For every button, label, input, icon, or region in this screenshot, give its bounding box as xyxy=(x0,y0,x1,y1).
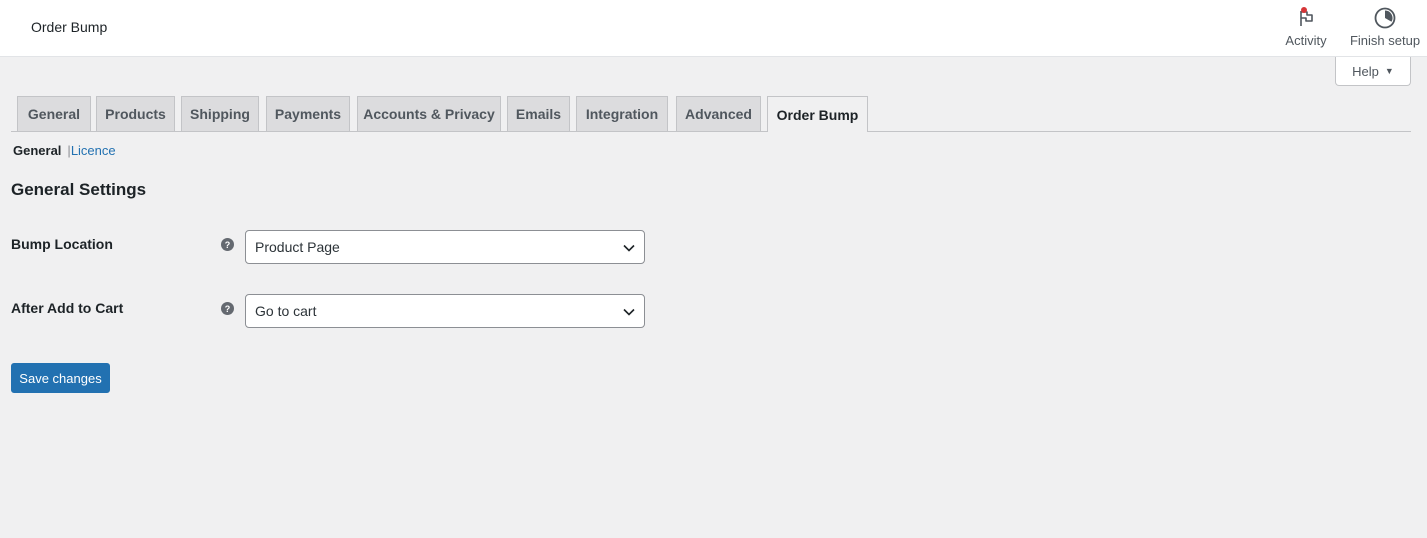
subnav-licence-link[interactable]: Licence xyxy=(71,143,116,158)
help-tip-icon[interactable]: ? xyxy=(221,238,234,251)
settings-tabs: General Products Shipping Payments Accou… xyxy=(11,96,1411,132)
after-add-to-cart-label: After Add to Cart xyxy=(11,300,124,316)
notification-dot xyxy=(1301,7,1307,13)
tab-advanced[interactable]: Advanced xyxy=(676,96,761,131)
finish-setup-button[interactable]: Finish setup xyxy=(1348,6,1422,48)
tab-payments[interactable]: Payments xyxy=(266,96,350,131)
help-label: Help xyxy=(1352,63,1379,79)
after-add-to-cart-select[interactable]: Go to cart xyxy=(245,294,645,328)
finish-setup-label: Finish setup xyxy=(1349,33,1421,48)
activity-button[interactable]: Activity xyxy=(1283,6,1329,48)
tab-accounts-privacy[interactable]: Accounts & Privacy xyxy=(357,96,501,131)
save-changes-button[interactable]: Save changes xyxy=(11,363,110,393)
bump-location-select[interactable]: Product Page xyxy=(245,230,645,264)
bump-location-value: Product Page xyxy=(255,239,340,255)
activity-label: Activity xyxy=(1285,33,1327,48)
after-add-to-cart-value: Go to cart xyxy=(255,303,317,319)
tab-order-bump[interactable]: Order Bump xyxy=(767,96,868,132)
progress-circle-icon xyxy=(1374,7,1396,29)
section-title: General Settings xyxy=(11,180,147,199)
tab-shipping[interactable]: Shipping xyxy=(181,96,259,131)
tab-products[interactable]: Products xyxy=(96,96,175,131)
top-bar: Order Bump Activity Finish setup xyxy=(0,0,1427,57)
help-button[interactable]: Help ▼ xyxy=(1335,57,1411,86)
chevron-down-icon xyxy=(623,244,635,252)
flag-icon xyxy=(1300,7,1313,26)
tab-integration[interactable]: Integration xyxy=(576,96,668,131)
tab-emails[interactable]: Emails xyxy=(507,96,570,131)
subnav-general: General xyxy=(13,143,62,158)
tab-general[interactable]: General xyxy=(17,96,91,131)
page-title: Order Bump xyxy=(31,19,108,35)
caret-down-icon: ▼ xyxy=(1384,66,1394,76)
help-tip-icon[interactable]: ? xyxy=(221,302,234,315)
chevron-down-icon xyxy=(623,308,635,316)
section-subnav: General |Licence xyxy=(13,143,116,158)
bump-location-label: Bump Location xyxy=(11,236,113,252)
